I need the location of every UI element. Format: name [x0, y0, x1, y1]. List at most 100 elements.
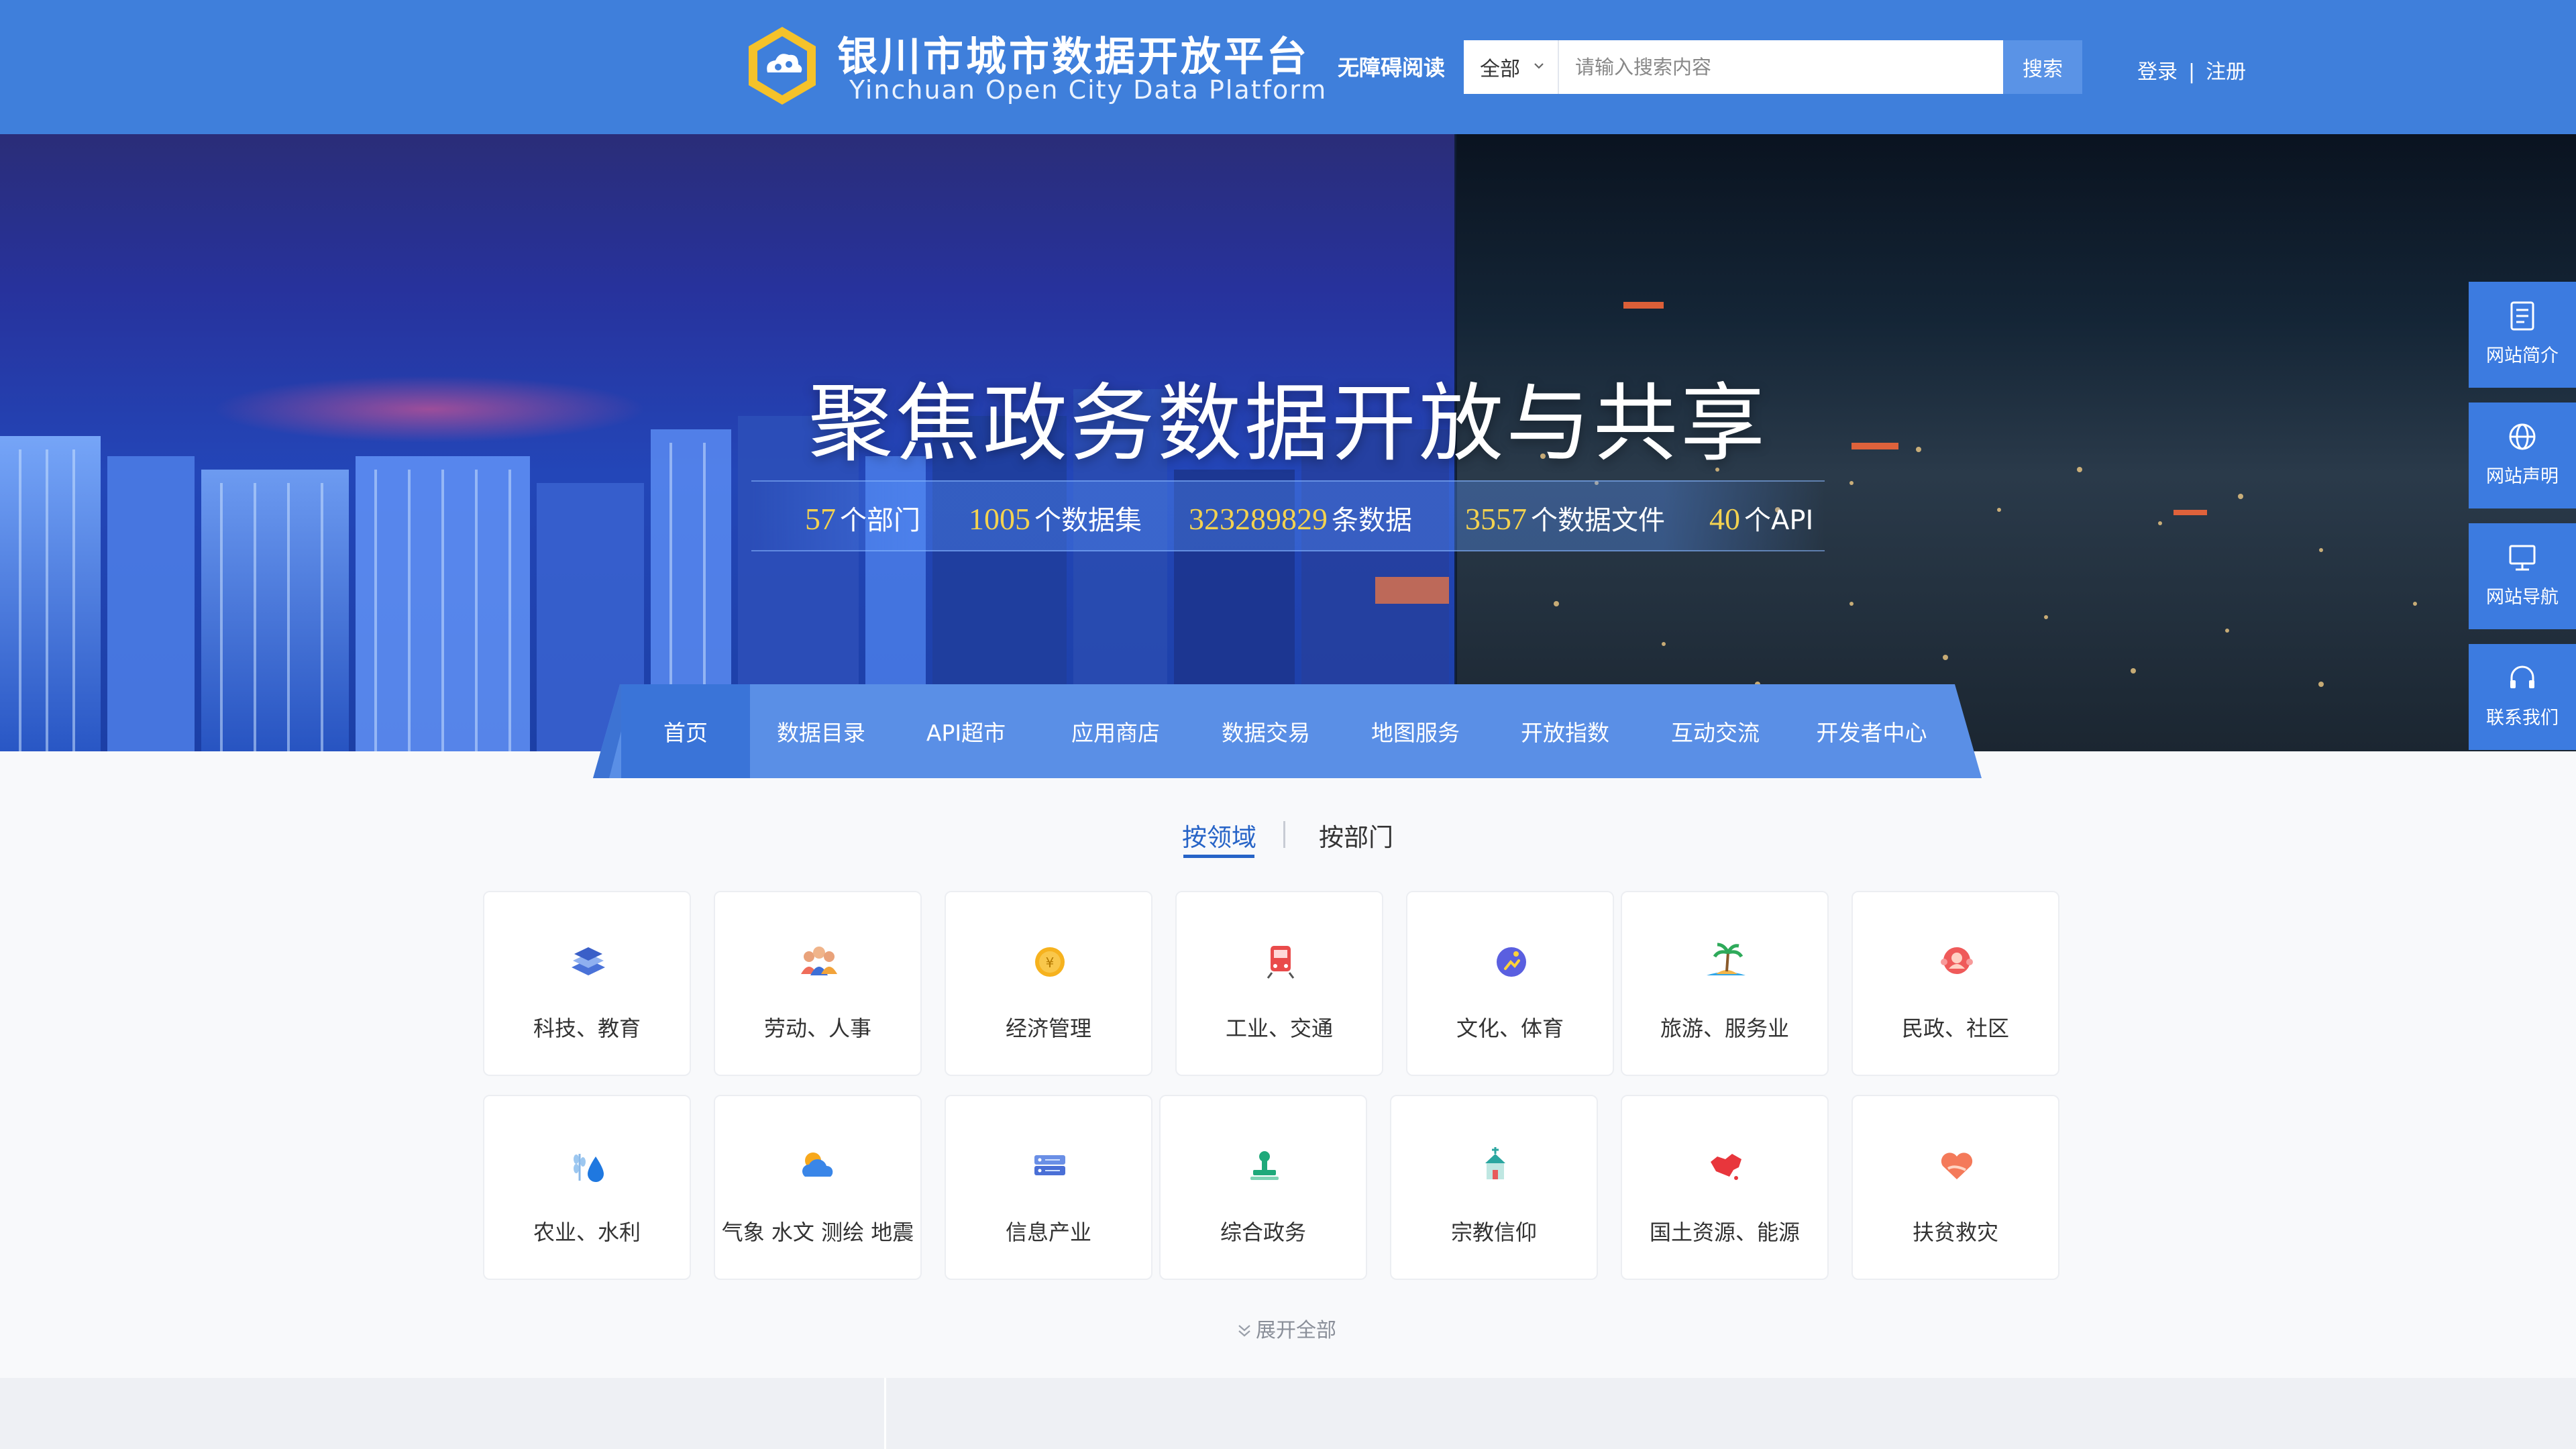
expand-all-link[interactable]: 展开全部 [1236, 1313, 1336, 1343]
nav-item-interaction[interactable]: 互动交流 [1640, 684, 1791, 778]
island-icon [1707, 943, 1746, 975]
stat-unit: 个数据文件 [1531, 505, 1665, 536]
main-nav: 首页 数据目录 API超市 应用商店 数据交易 地图服务 开放指数 互动交流 开… [593, 684, 1982, 778]
category-label: 农业、水利 [533, 1220, 641, 1245]
stat-apis[interactable]: 40 个API [1709, 498, 1813, 537]
auth-separator: | [2188, 60, 2196, 84]
float-site-intro[interactable]: 网站简介 [2469, 282, 2576, 388]
stamp-icon [1250, 1151, 1279, 1180]
svg-text:¥: ¥ [1046, 955, 1055, 971]
category-card-religion[interactable]: 宗教信仰 [1390, 1095, 1598, 1280]
category-label: 经济管理 [1005, 1016, 1091, 1041]
float-site-navigation[interactable]: 网站导航 [2469, 523, 2576, 629]
category-label: 劳动、人事 [763, 1016, 871, 1041]
stat-value: 1005 [969, 502, 1030, 536]
next-section-divider [884, 1378, 886, 1449]
site-logo-icon[interactable] [745, 24, 820, 107]
monitor-icon [2509, 545, 2536, 571]
stat-value: 3557 [1465, 502, 1527, 536]
runner-icon [1497, 947, 1526, 977]
stat-value: 57 [805, 502, 836, 536]
nav-item-data-trading[interactable]: 数据交易 [1191, 684, 1340, 778]
category-card-land-energy[interactable]: 国土资源、能源 [1621, 1095, 1829, 1280]
search-bar: 全部 [1464, 40, 2082, 94]
category-card-culture-sports[interactable]: 文化、体育 [1406, 891, 1614, 1076]
tab-by-domain[interactable]: 按领域 [1182, 817, 1256, 853]
search-scope-select[interactable]: 全部 [1464, 40, 1559, 94]
category-card-industry-transport[interactable]: 工业、交通 [1175, 891, 1383, 1076]
stats-row: 57 个部门 1005 个数据集 323289829 条数据 3557 个数据文件 40… [0, 498, 2576, 539]
category-label: 宗教信仰 [1450, 1220, 1537, 1245]
nav-item-developer-center[interactable]: 开发者中心 [1791, 684, 1952, 778]
category-card-information-industry[interactable]: 信息产业 [945, 1095, 1152, 1280]
float-site-statement[interactable]: 网站声明 [2469, 402, 2576, 508]
accessibility-link[interactable]: 无障碍阅读 [1338, 51, 1445, 82]
search-scope-value: 全部 [1480, 58, 1520, 81]
temple-icon [1485, 1147, 1505, 1179]
people-icon [801, 947, 837, 975]
category-card-general-affairs[interactable]: 综合政务 [1159, 1095, 1367, 1280]
category-card-economic-management[interactable]: ¥ 经济管理 [945, 891, 1152, 1076]
chevron-down-icon [1534, 63, 1544, 69]
category-card-tourism-service[interactable]: 旅游、服务业 [1621, 891, 1829, 1076]
category-label: 国土资源、能源 [1649, 1220, 1800, 1245]
stat-datasets[interactable]: 1005 个数据集 [969, 498, 1142, 537]
next-section-strip [0, 1378, 2576, 1449]
heart-hands-icon [1941, 1152, 1973, 1179]
category-label: 扶贫救灾 [1912, 1220, 1998, 1245]
category-label: 科技、教育 [533, 1016, 641, 1041]
float-contact-us[interactable]: 联系我们 [2469, 644, 2576, 750]
hero-title: 聚焦政务数据开放与共享 [808, 374, 1768, 473]
stat-unit: 条数据 [1332, 505, 1412, 536]
float-label: 网站导航 [2486, 587, 2559, 608]
site-title: 银川市城市数据开放平台 [837, 34, 1309, 80]
search-input[interactable] [1559, 40, 1988, 94]
coin-icon: ¥ [1035, 947, 1065, 977]
community-icon [1941, 947, 1973, 974]
stat-value: 323289829 [1189, 502, 1328, 536]
nav-item-app-store[interactable]: 应用商店 [1040, 684, 1191, 778]
tab-by-department[interactable]: 按部门 [1319, 817, 1393, 853]
register-link[interactable]: 注册 [2206, 60, 2246, 84]
login-link[interactable]: 登录 [2137, 60, 2178, 84]
stat-data-files[interactable]: 3557 个数据文件 [1465, 498, 1665, 537]
stat-unit: 个API [1744, 505, 1814, 536]
nav-item-api-market[interactable]: API超市 [892, 684, 1040, 778]
tab-active-underline [1183, 855, 1254, 858]
stat-departments[interactable]: 57 个部门 [805, 498, 920, 537]
category-label: 文化、体育 [1456, 1016, 1564, 1041]
float-label: 网站声明 [2486, 466, 2559, 487]
search-button[interactable]: 搜索 [2003, 40, 2082, 94]
category-label: 气象 水文 测绘 地震 [721, 1220, 914, 1245]
hero-banner: 聚焦政务数据开放与共享 57 个部门 1005 个数据集 323289829 条数据 … [0, 134, 2576, 751]
category-card-civil-affairs[interactable]: 民政、社区 [1851, 891, 2059, 1076]
category-card-labor-personnel[interactable]: 劳动、人事 [714, 891, 922, 1076]
map-icon [1711, 1154, 1741, 1180]
stat-records[interactable]: 323289829 条数据 [1189, 498, 1412, 537]
nav-item-map-service[interactable]: 地图服务 [1340, 684, 1491, 778]
nav-item-open-index[interactable]: 开放指数 [1491, 684, 1640, 778]
float-label: 联系我们 [2486, 708, 2559, 729]
train-icon [1267, 946, 1295, 979]
category-card-agriculture-water[interactable]: 农业、水利 [483, 1095, 691, 1280]
document-icon [2510, 301, 2534, 331]
books-icon [572, 947, 605, 975]
category-label: 工业、交通 [1225, 1016, 1333, 1041]
category-card-weather-survey[interactable]: 气象 水文 测绘 地震 [714, 1095, 922, 1280]
tab-divider [1283, 821, 1285, 848]
stat-unit: 个部门 [840, 505, 920, 536]
headset-icon [2510, 665, 2534, 688]
category-label: 旅游、服务业 [1660, 1016, 1789, 1041]
server-icon [1034, 1155, 1065, 1175]
expand-all-label: 展开全部 [1256, 1319, 1336, 1342]
category-card-poverty-relief[interactable]: 扶贫救灾 [1851, 1095, 2059, 1280]
wheat-water-icon [574, 1154, 604, 1182]
weather-icon [802, 1152, 833, 1177]
float-label: 网站简介 [2486, 345, 2559, 366]
nav-item-data-catalog[interactable]: 数据目录 [750, 684, 892, 778]
site-title-en: Yinchuan Open City Data Platform [849, 75, 1328, 105]
double-chevron-down-icon [1238, 1325, 1250, 1337]
nav-item-home[interactable]: 首页 [621, 684, 750, 778]
auth-links: 登录 | 注册 [2137, 55, 2246, 85]
category-card-science-education[interactable]: 科技、教育 [483, 891, 691, 1076]
